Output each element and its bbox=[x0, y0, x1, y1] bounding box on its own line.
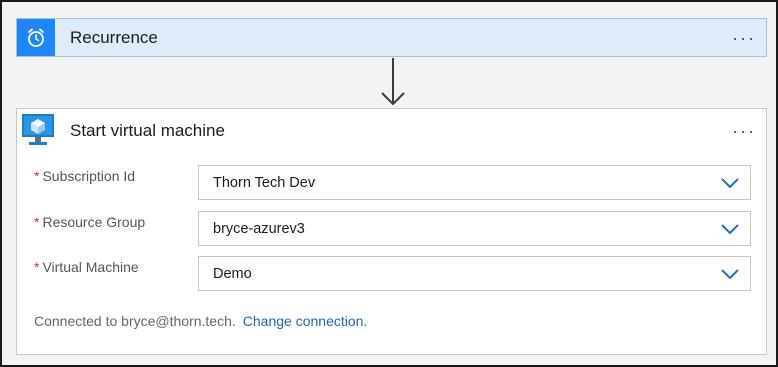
alarm-clock-icon bbox=[17, 19, 55, 56]
field-value: Demo bbox=[213, 265, 252, 282]
virtual-machine-field: * Virtual Machine Demo bbox=[34, 256, 751, 295]
field-value: Thorn Tech Dev bbox=[213, 174, 316, 191]
chevron-down-icon[interactable] bbox=[720, 177, 740, 189]
change-connection-link[interactable]: Change connection. bbox=[243, 313, 368, 329]
chevron-down-icon[interactable] bbox=[720, 223, 740, 235]
connection-info: Connected to bryce@thorn.tech. Change con… bbox=[34, 313, 367, 329]
start-vm-action-card: Start virtual machine ··· * Subscription … bbox=[16, 108, 767, 355]
field-label: * Resource Group bbox=[34, 214, 146, 230]
virtual-machine-select[interactable]: Demo bbox=[198, 256, 751, 291]
connector-arrow-icon bbox=[381, 58, 405, 106]
field-label: * Subscription Id bbox=[34, 168, 136, 184]
more-options-icon[interactable]: ··· bbox=[732, 29, 756, 47]
action-title: Start virtual machine bbox=[70, 121, 225, 140]
workflow-canvas: Recurrence ··· Start virtual machine ··· bbox=[0, 0, 778, 367]
field-value: bryce-azurev3 bbox=[213, 220, 305, 237]
subscription-field: * Subscription Id Thorn Tech Dev bbox=[34, 165, 751, 204]
action-header[interactable]: Start virtual machine ··· bbox=[17, 109, 766, 153]
resource-group-field: * Resource Group bryce-azurev3 bbox=[34, 211, 751, 250]
subscription-select[interactable]: Thorn Tech Dev bbox=[198, 165, 751, 200]
more-options-icon[interactable]: ··· bbox=[732, 122, 756, 140]
resource-group-select[interactable]: bryce-azurev3 bbox=[198, 211, 751, 246]
field-label: * Virtual Machine bbox=[34, 259, 139, 275]
recurrence-trigger-card[interactable]: Recurrence ··· bbox=[16, 18, 767, 57]
recurrence-title: Recurrence bbox=[70, 27, 158, 47]
connection-text: Connected to bryce@thorn.tech. bbox=[34, 313, 236, 329]
azure-vm-icon bbox=[19, 110, 57, 152]
chevron-down-icon[interactable] bbox=[720, 268, 740, 280]
